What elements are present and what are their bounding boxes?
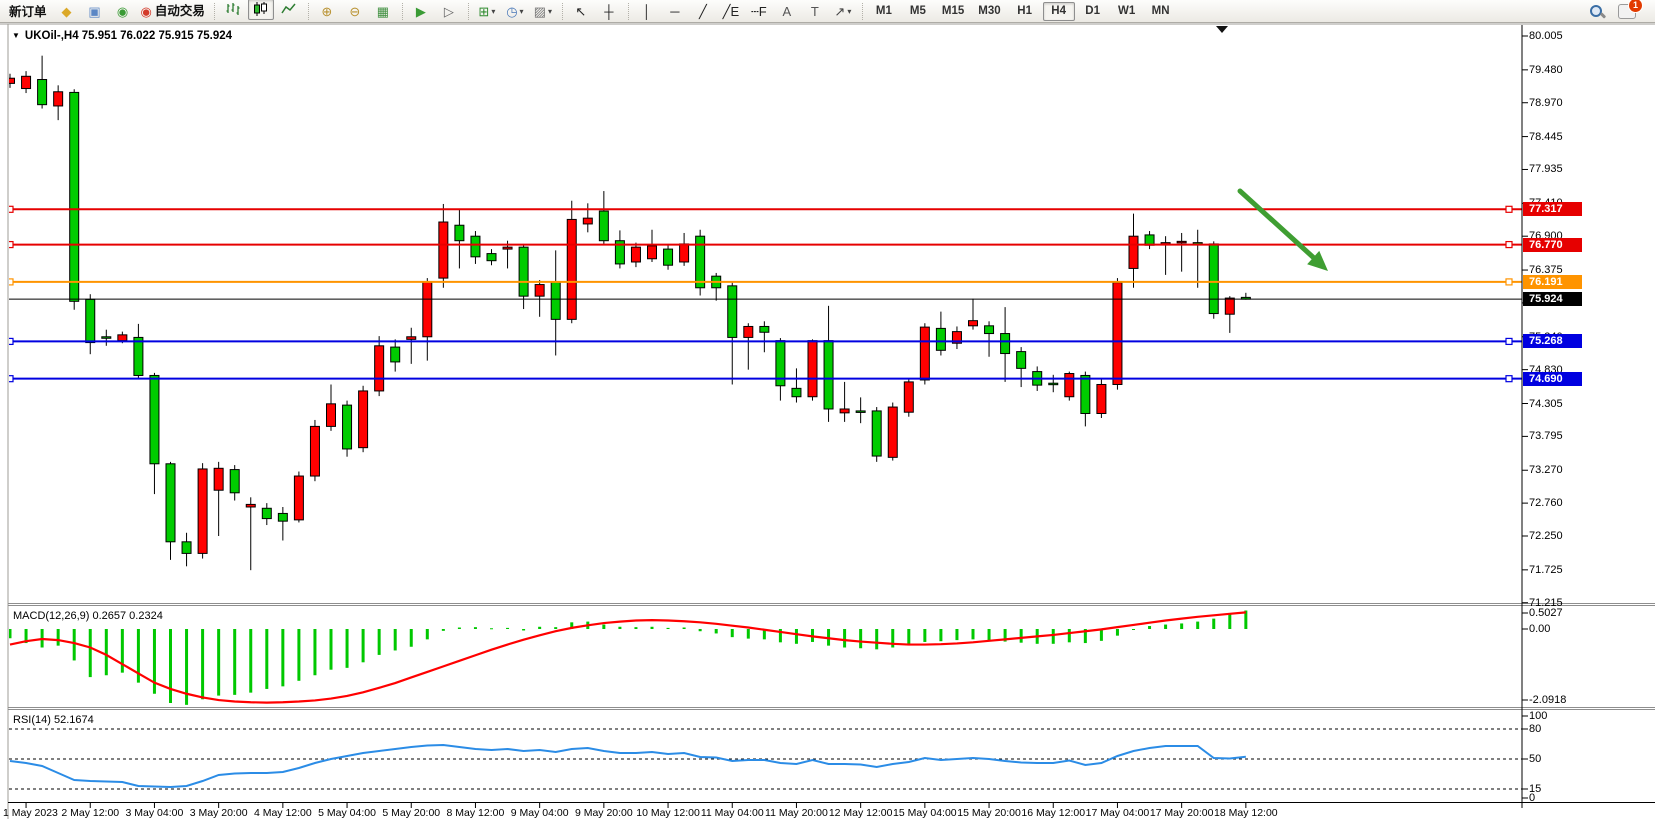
- horizontal-line-icon[interactable]: ─: [662, 1, 688, 22]
- chart-shift-icon[interactable]: ▷: [436, 1, 462, 22]
- pivot-line-handle[interactable]: [1506, 279, 1512, 285]
- dropdown-caret[interactable]: ▾: [847, 2, 851, 21]
- resistance-line-2-handle[interactable]: [1506, 242, 1512, 248]
- new-chart-icon[interactable]: ◆: [54, 1, 80, 22]
- main-chart-panel[interactable]: [9, 25, 1522, 603]
- templates-icon[interactable]: ▨▾: [530, 1, 556, 22]
- toolbar-separator: [562, 3, 563, 20]
- toolbar-separator: [628, 3, 629, 20]
- line-chart-icon[interactable]: [276, 0, 302, 20]
- fibonacci-icon[interactable]: ┄F: [746, 1, 772, 22]
- auto-scroll-icon[interactable]: ▶: [408, 1, 434, 22]
- candle: [294, 472, 303, 523]
- candle: [359, 386, 368, 452]
- autotrade-button[interactable]: ◉自动交易: [138, 1, 208, 22]
- candle: [904, 378, 913, 417]
- equidistant-channel-icon[interactable]: ╱E: [718, 1, 744, 22]
- signals-icon[interactable]: ◉: [110, 1, 136, 22]
- vertical-line-icon[interactable]: │: [634, 1, 660, 22]
- search-icon[interactable]: [1589, 4, 1604, 19]
- dropdown-caret[interactable]: ▾: [520, 2, 524, 21]
- candle: [567, 201, 576, 324]
- candle: [70, 89, 79, 310]
- candle: [920, 323, 929, 384]
- zoom-out-icon[interactable]: ⊖: [342, 1, 368, 22]
- new-order-button[interactable]: 新订单: [4, 2, 52, 23]
- chat-icon[interactable]: 1: [1618, 4, 1636, 19]
- timeframe-m15[interactable]: M15: [936, 2, 970, 21]
- timeframe-toolbar: M1M5M15M30H1H4D1W1MN: [867, 1, 1178, 21]
- tile-windows-icon[interactable]: ▦: [370, 1, 396, 22]
- candle: [872, 407, 881, 462]
- candle: [888, 403, 897, 461]
- timeframe-h1[interactable]: H1: [1009, 2, 1041, 21]
- dropdown-caret[interactable]: ▾: [491, 2, 495, 21]
- timeframe-m5[interactable]: M5: [902, 2, 934, 21]
- arrows-tool-icon[interactable]: ↗▾: [830, 1, 856, 22]
- chart-canvas[interactable]: [0, 23, 1655, 826]
- chart-window[interactable]: ▼UKOil-,H4 75.951 76.022 75.915 75.924 M…: [0, 23, 1655, 826]
- crosshair-icon[interactable]: ┼: [596, 1, 622, 22]
- timeframe-w1[interactable]: W1: [1111, 2, 1143, 21]
- candle: [808, 339, 817, 400]
- candlestick-chart-icon[interactable]: [248, 0, 274, 20]
- candle: [1209, 241, 1218, 318]
- support-line-2-handle[interactable]: [1506, 376, 1512, 382]
- timeframe-m30[interactable]: M30: [972, 2, 1006, 21]
- toolbar-buttons: 新订单◆▣◉◉自动交易 ⊕⊖▦ ▶▷ ⊞▾◷▾▨▾ ↖┼ │─╱╱E┄FAT↗▾: [3, 0, 867, 23]
- candle: [1065, 372, 1074, 401]
- timeframe-mn[interactable]: MN: [1145, 2, 1177, 21]
- zoom-in-icon[interactable]: ⊕: [314, 1, 340, 22]
- periods-icon[interactable]: ◷▾: [502, 1, 528, 22]
- candle: [1113, 278, 1122, 390]
- notification-badge: 1: [1629, 0, 1642, 12]
- toolbar-separator: [308, 3, 309, 20]
- candle: [696, 230, 705, 296]
- text-icon[interactable]: A: [774, 1, 800, 22]
- candle: [310, 420, 319, 481]
- toolbar-separator: [402, 3, 403, 20]
- timeframe-h4[interactable]: H4: [1043, 2, 1075, 21]
- support-line-1-handle[interactable]: [1506, 338, 1512, 344]
- indicators-icon[interactable]: ⊞▾: [474, 1, 500, 22]
- terminal-icon[interactable]: ▣: [82, 1, 108, 22]
- cursor-icon[interactable]: ↖: [568, 1, 594, 22]
- trendline-icon[interactable]: ╱: [690, 1, 716, 22]
- dropdown-caret[interactable]: ▾: [548, 2, 552, 21]
- timeframe-d1[interactable]: D1: [1077, 2, 1109, 21]
- toolbar-separator: [468, 3, 469, 20]
- bar-chart-icon[interactable]: [220, 0, 246, 20]
- toolbar: 新订单◆▣◉◉自动交易 ⊕⊖▦ ▶▷ ⊞▾◷▾▨▾ ↖┼ │─╱╱E┄FAT↗▾ M1M5…: [0, 0, 1655, 23]
- timeframe-m1[interactable]: M1: [868, 2, 900, 21]
- toolbar-separator: [862, 3, 863, 20]
- candle: [1097, 379, 1106, 418]
- resistance-line-1-handle[interactable]: [1506, 206, 1512, 212]
- text-label-icon[interactable]: T: [802, 1, 828, 22]
- candle: [343, 401, 352, 457]
- toolbar-separator: [214, 3, 215, 20]
- candle: [198, 463, 207, 558]
- rsi-panel[interactable]: [9, 710, 1522, 802]
- toolbar-right: 1: [1589, 4, 1652, 19]
